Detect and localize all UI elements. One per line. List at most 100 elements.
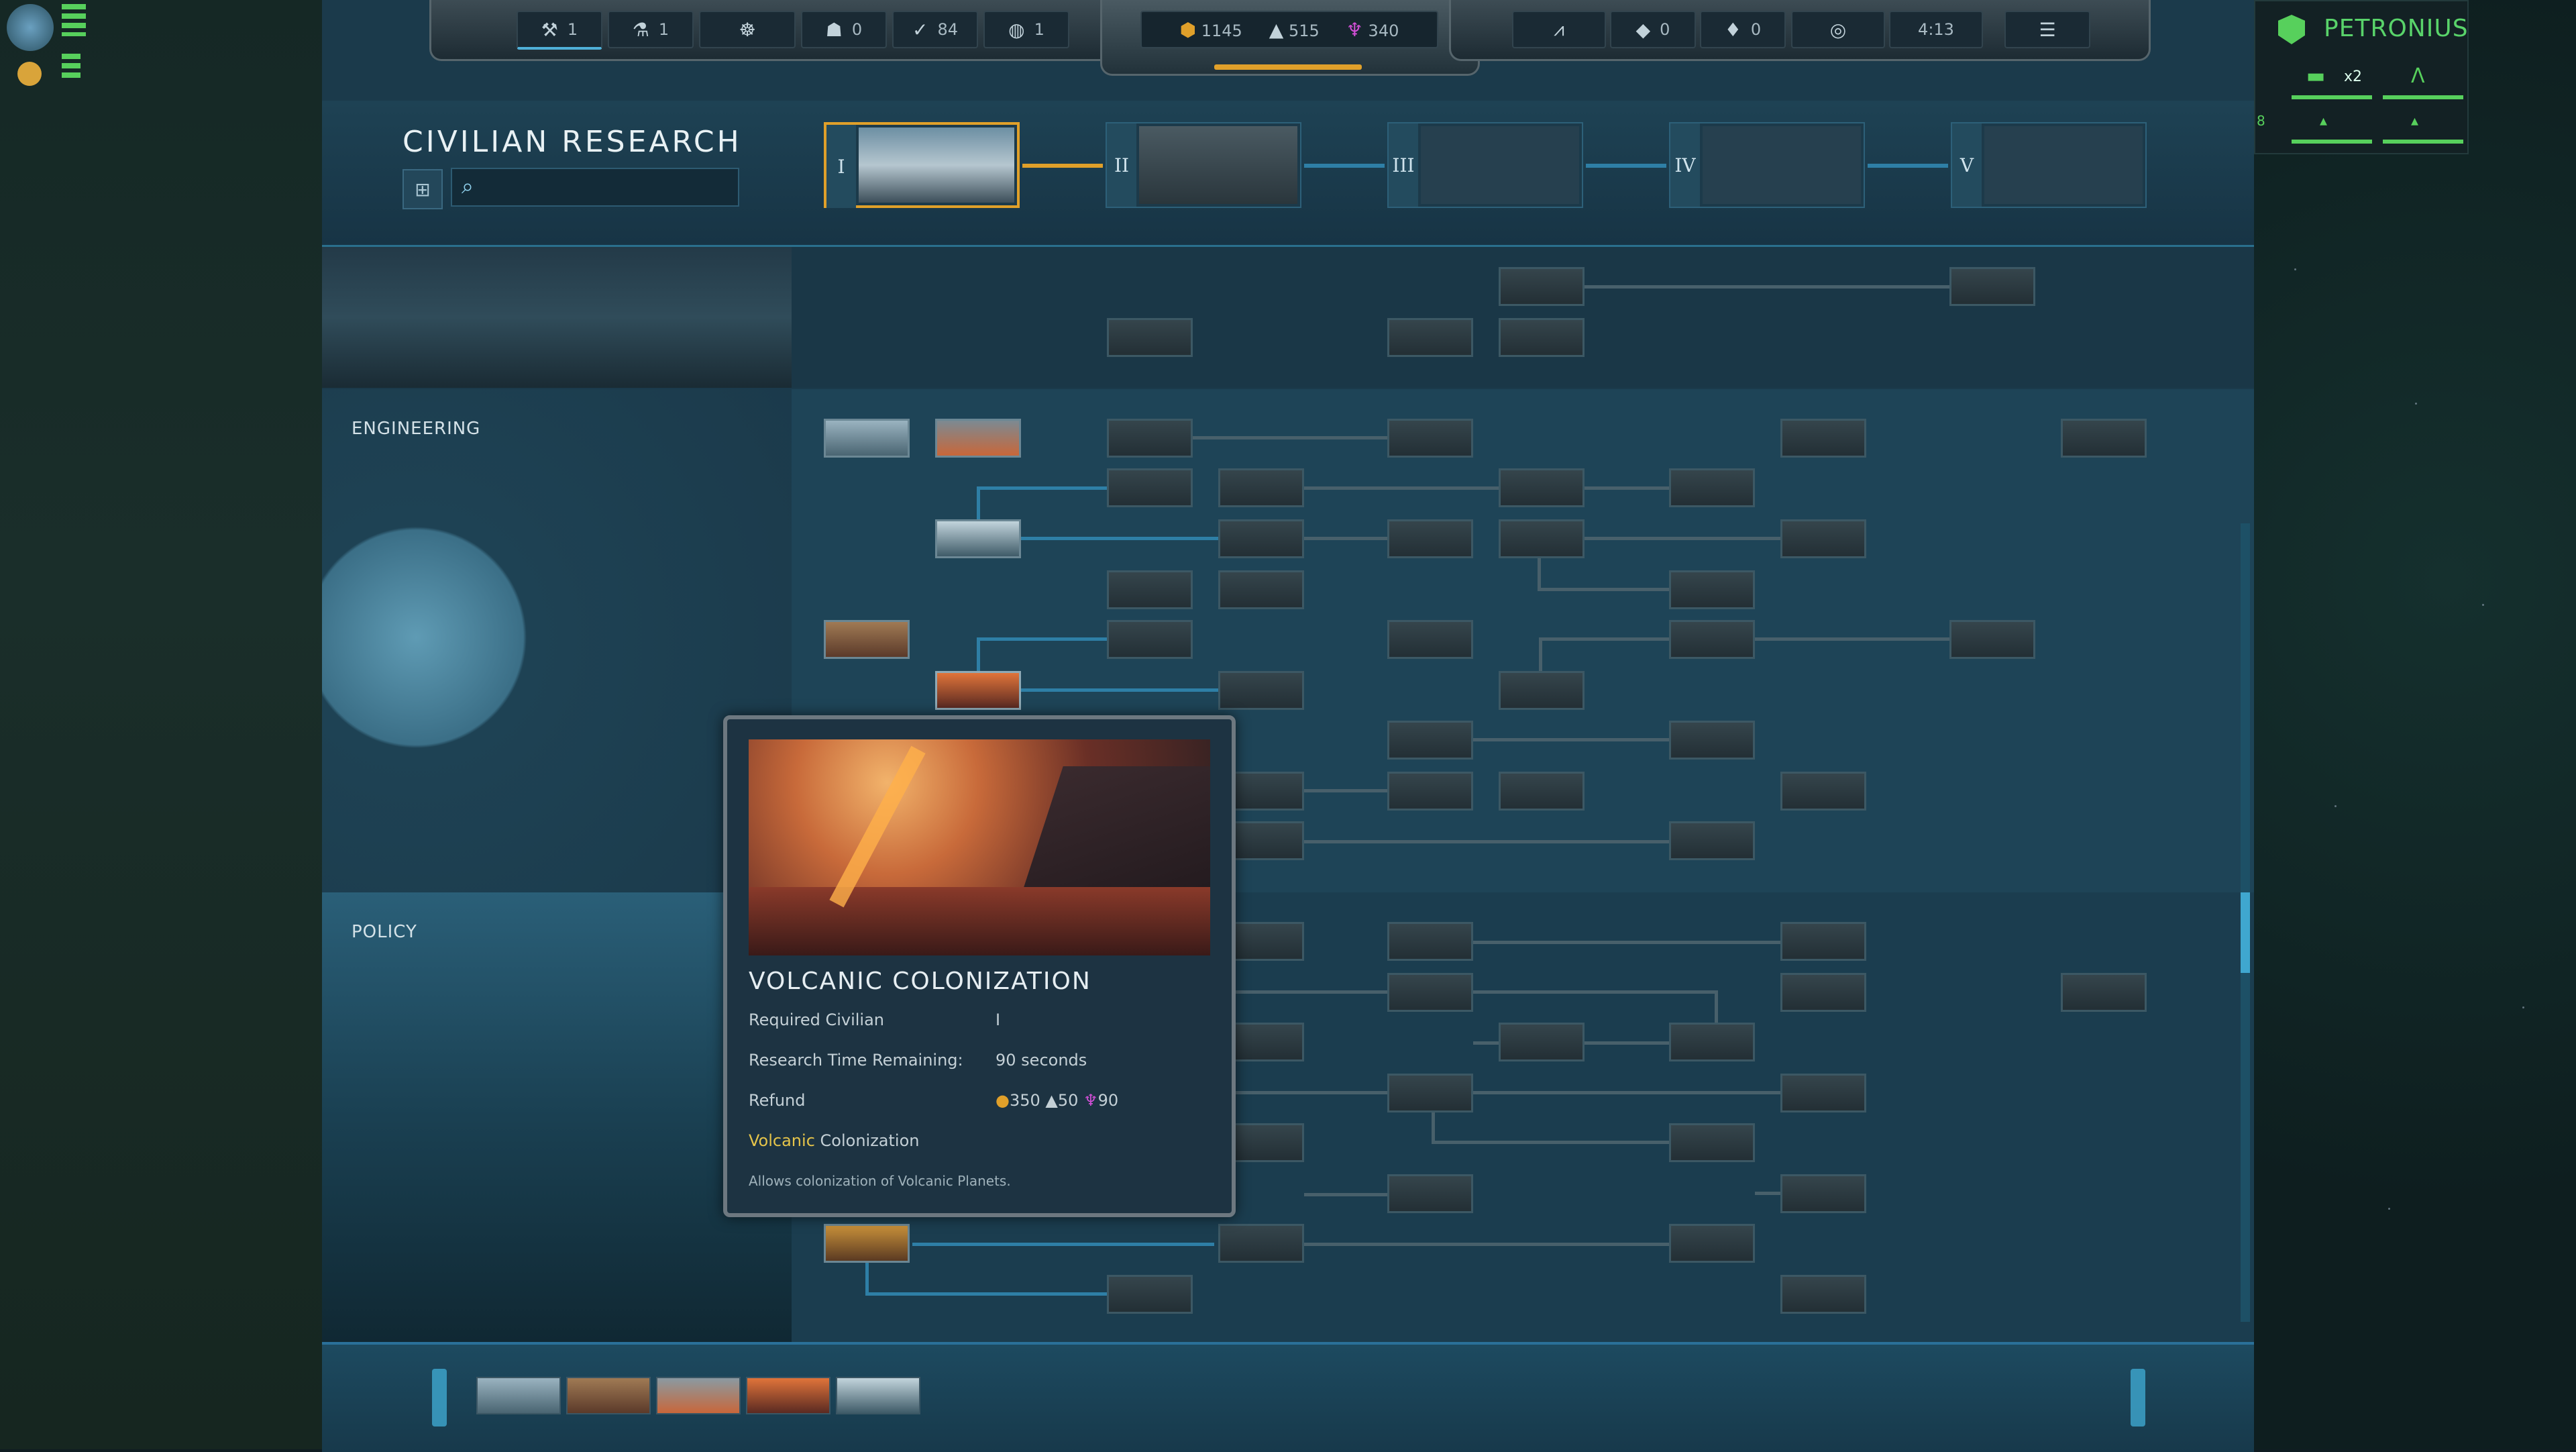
tech-node[interactable] [2061,973,2147,1012]
side-number: 8 [2257,113,2265,129]
unit-slot[interactable]: ▴ [2288,113,2375,157]
scrollbar-thumb[interactable] [2241,892,2250,973]
tech-node[interactable] [1669,620,1755,659]
tech-node[interactable] [1107,318,1193,357]
tech-node[interactable] [1780,772,1866,811]
hud-slot-population[interactable]: ☗ 0 [801,11,887,48]
tech-node[interactable] [1218,1224,1304,1263]
tech-node[interactable] [1218,671,1304,710]
tech-node[interactable] [1669,1023,1755,1061]
tech-node[interactable] [1669,721,1755,760]
tech-node[interactable] [1669,570,1755,609]
tech-node[interactable] [1499,772,1585,811]
tech-link [1304,1243,1670,1246]
tech-node[interactable] [1669,821,1755,860]
section-art-engineering [322,389,792,892]
tech-node[interactable] [1780,1174,1866,1213]
tech-node[interactable] [1387,318,1473,357]
time-label: Research Time Remaining: [749,1051,963,1070]
tech-node[interactable] [1499,468,1585,507]
tech-node[interactable] [1387,922,1473,961]
hud-slot-combat[interactable]: ✓ 84 [892,11,978,48]
tech-node[interactable] [1780,1074,1866,1112]
tech-node[interactable] [2061,419,2147,458]
hud-slot-target[interactable]: ◎ [1791,11,1885,48]
tech-node[interactable] [1107,620,1193,659]
queue-left-handle[interactable] [432,1369,447,1427]
tier-1-card[interactable]: I [824,122,1020,208]
hud-slot-value: 0 [1750,20,1762,39]
tech-node[interactable] [1949,620,2035,659]
queue-item[interactable] [566,1377,651,1414]
tech-node[interactable] [1499,671,1585,710]
tech-node[interactable] [1107,419,1193,458]
tech-node-volcanic-colonization[interactable] [935,671,1021,710]
tech-node[interactable] [1780,1275,1866,1314]
hud-slot-scientists[interactable]: ⚗ 1 [608,11,694,48]
tree-view-button[interactable]: ⊞ [402,169,443,209]
tier-4-card[interactable]: IV [1669,122,1865,208]
crystals-value: 340 [1368,21,1399,40]
unlock-highlight: Volcanic [749,1131,815,1150]
tech-node[interactable] [1499,267,1585,306]
hud-slot-stats[interactable]: ⩘ [1512,11,1606,48]
tech-node[interactable] [1499,1023,1585,1061]
tech-node[interactable] [1218,468,1304,507]
menu-button[interactable]: ☰ [2004,11,2090,48]
tech-node[interactable] [1218,570,1304,609]
tier-5-card[interactable]: V [1951,122,2147,208]
planet-minimap-icon[interactable] [7,4,54,51]
tier-3-card[interactable]: III [1387,122,1583,208]
tech-node-researched[interactable] [935,419,1021,458]
tech-node[interactable] [1387,1174,1473,1213]
queue-item[interactable] [836,1377,920,1414]
queue-item[interactable] [656,1377,741,1414]
tech-node[interactable] [1107,1275,1193,1314]
tech-node[interactable] [1669,1224,1755,1263]
hud-slot-gems[interactable]: ♦ 0 [1700,11,1786,48]
tech-node[interactable] [1669,468,1755,507]
gem-icon: ♦ [1724,18,1741,41]
tech-node[interactable] [1387,973,1473,1012]
tech-node-researched[interactable] [824,419,910,458]
tech-node[interactable] [1780,519,1866,558]
unit-slot[interactable]: Λ [2379,64,2466,109]
tech-node[interactable] [1499,519,1585,558]
queue-right-handle[interactable] [2131,1369,2145,1427]
tech-link [1021,688,1220,692]
medal-icon[interactable] [17,62,42,86]
hud-slot-planets[interactable]: ◍ 1 [983,11,1069,48]
tech-name: VOLCANIC COLONIZATION [749,968,1091,995]
tech-node[interactable] [1387,1074,1473,1112]
tech-node[interactable] [1387,620,1473,659]
tech-node[interactable] [1669,1123,1755,1162]
search-input[interactable] [451,168,739,207]
hud-slot-alien[interactable]: ☸ [699,11,796,48]
hud-slot-builders[interactable]: ⚒ 1 [517,11,602,50]
tech-node[interactable] [1107,570,1193,609]
tech-node[interactable] [1499,318,1585,357]
crystals-icon: ♆ [1083,1091,1098,1110]
tech-node[interactable] [1780,973,1866,1012]
tech-node[interactable] [1218,519,1304,558]
queue-item[interactable] [746,1377,830,1414]
unit-slot[interactable]: ▬ x2 [2288,64,2375,109]
tier-arrow [1022,164,1103,168]
tech-node[interactable] [1387,772,1473,811]
tech-node[interactable] [1949,267,2035,306]
tech-node-researched[interactable] [824,1224,910,1263]
queue-item[interactable] [476,1377,561,1414]
hud-slot-cubes[interactable]: ◆ 0 [1610,11,1696,48]
unit-slot[interactable]: ▴ [2379,113,2466,157]
tech-node-researched[interactable] [824,620,910,659]
tech-node[interactable] [1780,419,1866,458]
tech-node[interactable] [1107,468,1193,507]
required-value: I [996,1010,1001,1029]
tech-node[interactable] [1387,721,1473,760]
credits-icon: ⬢ [1179,18,1197,41]
tier-2-card[interactable]: II [1106,122,1301,208]
tech-node[interactable] [1387,419,1473,458]
tech-node[interactable] [1780,922,1866,961]
tech-node-researched[interactable] [935,519,1021,558]
tech-node[interactable] [1387,519,1473,558]
